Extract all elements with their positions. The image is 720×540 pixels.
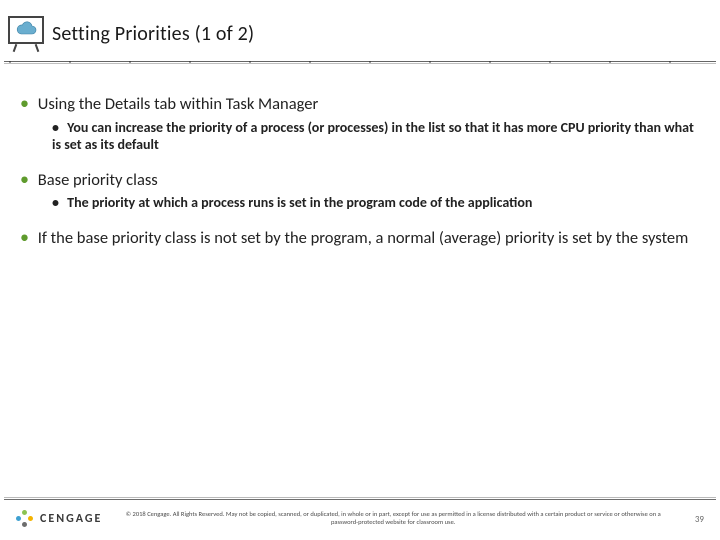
bullet-item: If the base priority class is not set by… (22, 226, 698, 249)
copyright-text: © 2018 Cengage. All Rights Reserved. May… (102, 511, 684, 527)
slide-body: Using the Details tab within Task Manage… (0, 64, 720, 248)
sub-bullet-text: The priority at which a process runs is … (67, 194, 532, 211)
page-number: 39 (684, 514, 704, 525)
sub-bullet-text: You can increase the priority of a proce… (52, 119, 694, 154)
brand-mark-icon (16, 510, 34, 528)
bullet-text: Using the Details tab within Task Manage… (38, 94, 319, 114)
brand-logo: CENGAGE (16, 510, 102, 528)
easel-icon (6, 16, 46, 52)
sub-bullet-item: You can increase the priority of a proce… (52, 119, 698, 154)
slide: Setting Priorities (1 of 2) Using the De… (0, 0, 720, 540)
brand-name: CENGAGE (40, 512, 102, 526)
sub-bullet-item: The priority at which a process runs is … (52, 194, 698, 212)
slide-header: Setting Priorities (1 of 2) (0, 0, 720, 52)
bullet-item: Using the Details tab within Task Manage… (22, 92, 698, 154)
slide-footer: CENGAGE © 2018 Cengage. All Rights Reser… (0, 500, 720, 540)
bullet-item: Base priority class The priority at whic… (22, 168, 698, 212)
bullet-text: If the base priority class is not set by… (38, 228, 689, 248)
bullet-text: Base priority class (38, 170, 158, 190)
header-divider (4, 60, 716, 64)
cloud-icon (14, 21, 38, 37)
slide-title: Setting Priorities (1 of 2) (52, 22, 254, 46)
